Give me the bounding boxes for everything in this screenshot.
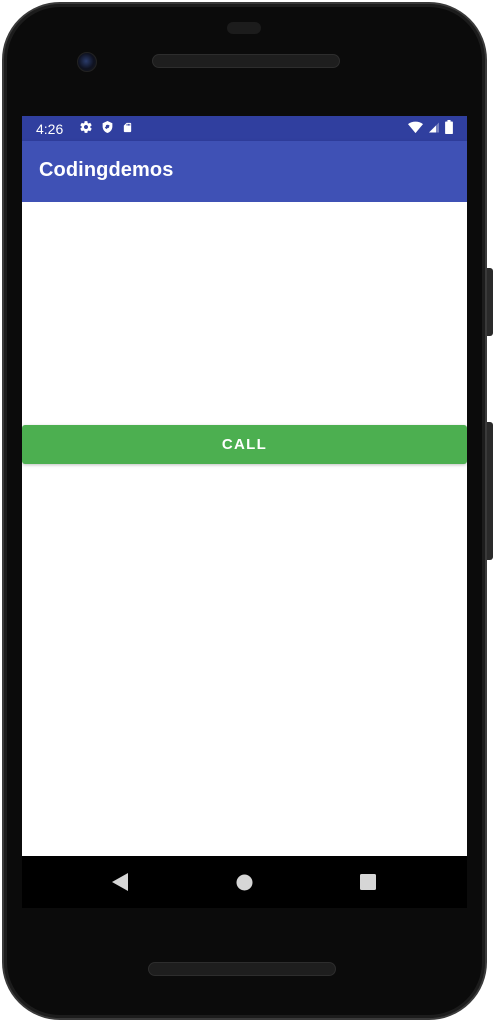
- screen: 4:26 Codingdemos CALL: [22, 116, 467, 856]
- app-title: Codingdemos: [39, 159, 174, 181]
- main-content: CALL: [22, 202, 467, 856]
- status-icons-left: [79, 120, 133, 137]
- status-icons-right: [408, 120, 453, 137]
- cell-signal-icon: [428, 121, 440, 137]
- recents-icon[interactable]: [358, 872, 378, 892]
- earpiece-speaker: [152, 54, 340, 68]
- app-bar: Codingdemos: [22, 141, 467, 202]
- phone-frame: 4:26 Codingdemos CALL: [0, 0, 493, 1024]
- call-button[interactable]: CALL: [22, 425, 467, 464]
- wifi-icon: [408, 121, 423, 137]
- bottom-speaker: [148, 962, 336, 976]
- status-time: 4:26: [36, 121, 64, 137]
- power-button: [487, 268, 493, 336]
- volume-button: [487, 422, 493, 560]
- front-camera-icon: [77, 52, 97, 72]
- battery-icon: [445, 120, 453, 137]
- navigation-bar: [22, 856, 467, 908]
- back-icon[interactable]: [110, 872, 130, 892]
- proximity-sensor: [227, 22, 261, 34]
- shield-icon: [101, 120, 114, 137]
- status-bar: 4:26: [22, 116, 467, 141]
- home-icon[interactable]: [234, 872, 254, 892]
- sd-card-icon: [122, 121, 133, 137]
- settings-icon: [79, 120, 93, 137]
